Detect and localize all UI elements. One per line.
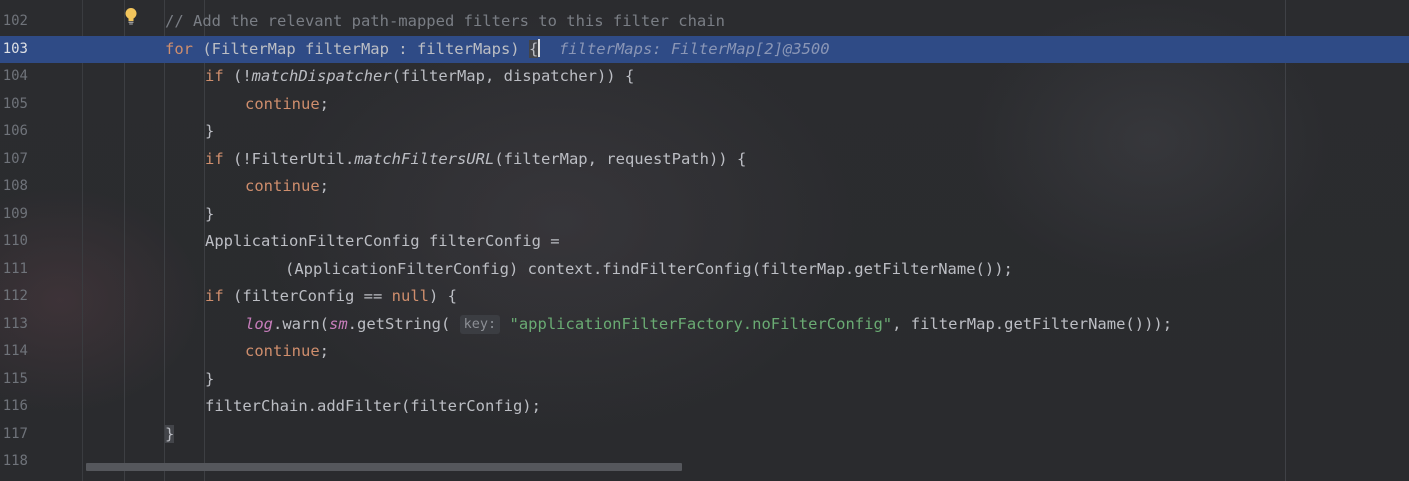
code-token: ; <box>319 177 329 195</box>
code-text: (ApplicationFilterConfig) context.findFi… <box>285 256 1013 283</box>
code-text: continue; <box>245 173 329 200</box>
code-text: for (FilterMap filterMap : filterMaps) {… <box>165 36 830 63</box>
code-text: } <box>205 366 214 393</box>
code-line[interactable]: 108 continue; <box>0 173 1409 200</box>
code-text: if (!FilterUtil.matchFiltersURL(filterMa… <box>205 146 746 173</box>
code-token: ) { <box>428 287 457 305</box>
code-token: (!FilterUtil. <box>223 149 355 168</box>
code-text: if (!matchDispatcher(filterMap, dispatch… <box>205 63 634 90</box>
code-line[interactable]: 104 if (!matchDispatcher(filterMap, dispa… <box>0 63 1409 90</box>
field-token: log <box>245 314 273 333</box>
code-line[interactable]: 106} <box>0 118 1409 145</box>
method-token: matchDispatcher <box>251 67 392 85</box>
code-text: } <box>205 118 214 145</box>
code-token: filterChain.addFilter(filterConfig); <box>205 397 541 415</box>
lightbulb-icon[interactable] <box>124 7 138 25</box>
code-text: if (filterConfig == null) { <box>205 283 457 310</box>
keyword-token: null <box>391 287 429 305</box>
line-number[interactable]: 112 <box>0 283 28 310</box>
code-token: (filterMap, dispatcher)) { <box>391 67 635 85</box>
code-token: } <box>205 122 215 140</box>
current-line[interactable]: 103 for (FilterMap filterMap : filterMaps… <box>0 35 1409 63</box>
line-number[interactable]: 116 <box>0 393 28 420</box>
matched-brace: { <box>528 39 539 58</box>
keyword-token: continue <box>245 94 320 113</box>
line-number[interactable]: 114 <box>0 338 28 365</box>
debug-inline-value: filterMaps: FilterMap[2]@3500 <box>540 39 830 58</box>
code-text: } <box>205 201 214 228</box>
code-token: .getString( <box>347 314 460 333</box>
code-line[interactable]: 105 continue; <box>0 91 1409 118</box>
code-line[interactable]: 102 // Add the relevant path-mapped filte… <box>0 8 1409 35</box>
string-token: "applicationFilterFactory.noFilterConfig… <box>509 314 893 333</box>
code-text: continue; <box>245 338 329 365</box>
parameter-hint: key: <box>459 314 501 334</box>
code-token: (! <box>223 67 252 85</box>
code-line[interactable]: 107 if (!FilterUtil.matchFiltersURL(filte… <box>0 146 1409 173</box>
code-line[interactable]: 111 (ApplicationFilterConfig) context.fin… <box>0 256 1409 283</box>
line-number[interactable]: 109 <box>0 201 28 228</box>
code-token: (ApplicationFilterConfig) context.findFi… <box>285 259 1013 278</box>
line-number[interactable]: 115 <box>0 366 28 393</box>
code-token: (filterConfig == <box>223 287 392 305</box>
code-line[interactable]: 113 log.warn(sm.getString( key: "applicat… <box>0 311 1409 338</box>
keyword-token: if <box>205 149 224 168</box>
code-line[interactable]: 114 continue; <box>0 338 1409 365</box>
code-text: // Add the relevant path-mapped filters … <box>165 8 725 35</box>
keyword-token: continue <box>245 177 320 195</box>
code-token: } <box>205 369 215 388</box>
code-text: filterChain.addFilter(filterConfig); <box>205 393 541 420</box>
line-number[interactable]: 103 <box>0 36 28 63</box>
code-text: } <box>165 421 175 448</box>
code-line[interactable]: 117} <box>0 421 1409 448</box>
code-token: ; <box>319 342 329 360</box>
code-token: , filterMap.getFilterName())); <box>892 314 1173 333</box>
matched-brace: } <box>165 424 175 443</box>
horizontal-scrollbar[interactable] <box>86 463 682 471</box>
code-line[interactable]: 110 ApplicationFilterConfig filterConfig … <box>0 228 1409 255</box>
line-number[interactable]: 113 <box>0 311 28 338</box>
line-number[interactable]: 110 <box>0 228 28 255</box>
code-token: } <box>205 204 215 223</box>
code-token: ApplicationFilterConfig filterConfig = <box>205 232 560 250</box>
code-token: ; <box>319 94 329 113</box>
keyword-token: if <box>205 67 224 85</box>
keyword-token: continue <box>245 342 320 360</box>
code-line[interactable]: 115} <box>0 366 1409 393</box>
method-token: matchFiltersURL <box>354 149 495 168</box>
code-line[interactable]: 112 if (filterConfig == null) { <box>0 283 1409 310</box>
code-text: continue; <box>245 91 329 118</box>
line-number[interactable]: 105 <box>0 91 28 118</box>
code-line[interactable]: 109} <box>0 201 1409 228</box>
line-number[interactable]: 118 <box>0 448 28 475</box>
line-number[interactable]: 117 <box>0 421 28 448</box>
line-number[interactable]: 106 <box>0 118 28 145</box>
keyword-token: if <box>205 287 224 305</box>
line-number[interactable]: 102 <box>0 8 28 35</box>
code-token: .warn( <box>273 314 329 333</box>
field-token: sm <box>329 314 348 333</box>
line-number[interactable]: 104 <box>0 63 28 90</box>
line-number[interactable]: 107 <box>0 146 28 173</box>
code-token: (FilterMap filterMap : filterMaps) <box>193 39 529 58</box>
line-number[interactable]: 108 <box>0 173 28 200</box>
code-text: ApplicationFilterConfig filterConfig = <box>205 228 560 255</box>
code-editor[interactable]: 102 // Add the relevant path-mapped filte… <box>0 0 1409 481</box>
code-text: log.warn(sm.getString( key: "application… <box>245 311 1172 338</box>
code-line[interactable]: 116 filterChain.addFilter(filterConfig); <box>0 393 1409 420</box>
line-number[interactable]: 111 <box>0 256 28 283</box>
comment-token: // Add the relevant path-mapped filters … <box>165 12 725 30</box>
code-token: (filterMap, requestPath)) { <box>494 149 747 168</box>
keyword-token: for <box>165 39 193 58</box>
